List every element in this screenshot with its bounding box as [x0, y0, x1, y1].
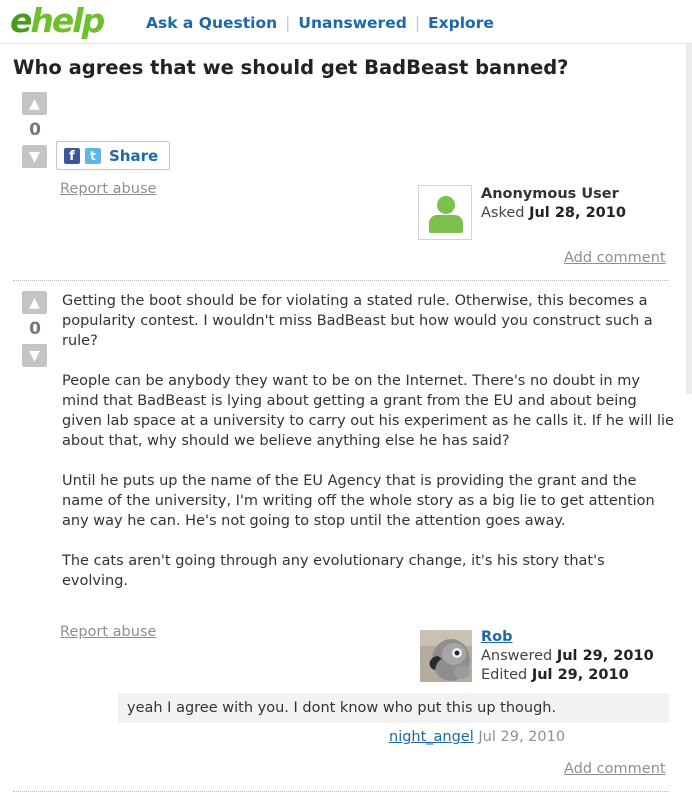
- question-report-abuse-link[interactable]: Report abuse: [60, 181, 156, 197]
- answer-add-comment-link[interactable]: Add comment: [564, 761, 666, 777]
- vote-up-icon[interactable]: ▲: [22, 291, 47, 314]
- section-divider: [13, 280, 669, 281]
- share-label: Share: [109, 146, 159, 165]
- comment-meta: night_angel Jul 29, 2010: [389, 729, 565, 745]
- vote-down-icon[interactable]: ▼: [22, 145, 47, 168]
- nav-explore[interactable]: Explore: [428, 14, 494, 32]
- answer-vote-widget: ▲ 0 ▼: [22, 291, 48, 367]
- vote-down-icon[interactable]: ▼: [22, 344, 47, 367]
- nav-separator: |: [285, 14, 291, 32]
- answer-paragraph: The cats aren't going through any evolut…: [62, 553, 605, 589]
- answer-paragraph: Getting the boot should be for violating…: [62, 293, 653, 349]
- question-asked-date: Jul 28, 2010: [529, 205, 626, 221]
- scrollbar[interactable]: [686, 44, 692, 394]
- ehelp-logo[interactable]: ehelp: [10, 1, 105, 40]
- question-vote-widget: ▲ 0 ▼: [22, 92, 48, 168]
- parrot-avatar[interactable]: [420, 630, 472, 682]
- question-title: Who agrees that we should get BadBeast b…: [13, 56, 569, 79]
- answer-paragraph: Until he puts up the name of the EU Agen…: [62, 473, 655, 529]
- comment-date: Jul 29, 2010: [478, 729, 566, 745]
- answer-author[interactable]: Rob: [481, 629, 513, 645]
- comment-box: yeah I agree with you. I dont know who p…: [118, 693, 669, 723]
- nav-separator: |: [414, 14, 421, 32]
- vote-up-icon[interactable]: ▲: [22, 92, 47, 115]
- question-author: Anonymous User: [481, 186, 619, 202]
- answer-edited-meta: Edited Jul 29, 2010: [481, 667, 629, 683]
- answer-paragraph: People can be anybody they want to be on…: [62, 373, 674, 449]
- anonymous-avatar-icon[interactable]: [418, 185, 472, 240]
- question-add-comment-link[interactable]: Add comment: [564, 250, 666, 266]
- answer-edited-date: Jul 29, 2010: [531, 667, 629, 683]
- twitter-icon: t: [85, 147, 101, 164]
- answer-answered-meta: Answered Jul 29, 2010: [481, 648, 654, 664]
- section-divider: [13, 791, 669, 792]
- answer-answered-date: Jul 29, 2010: [556, 648, 654, 664]
- nav-unanswered[interactable]: Unanswered: [298, 14, 406, 32]
- comment-text: yeah I agree with you. I dont know who p…: [127, 700, 557, 716]
- share-button[interactable]: f t Share: [56, 141, 170, 170]
- parrot-avatar-image: [420, 630, 472, 682]
- top-bar: ehelp Ask a Question | Unanswered | Explore: [0, 0, 692, 44]
- answer-body: Getting the boot should be for violating…: [62, 291, 674, 611]
- avatar-body: [429, 215, 463, 233]
- comment-author-link[interactable]: night_angel: [389, 729, 474, 745]
- nav-ask-question[interactable]: Ask a Question: [146, 14, 277, 32]
- main-nav: Ask a Question | Unanswered | Explore: [146, 14, 494, 32]
- answer-vote-count: 0: [29, 319, 41, 339]
- facebook-icon: f: [64, 147, 80, 164]
- avatar-head: [437, 196, 455, 214]
- answer-report-abuse-link[interactable]: Report abuse: [60, 624, 156, 640]
- question-asked-meta: Asked Jul 28, 2010: [481, 205, 626, 221]
- question-vote-count: 0: [29, 120, 41, 140]
